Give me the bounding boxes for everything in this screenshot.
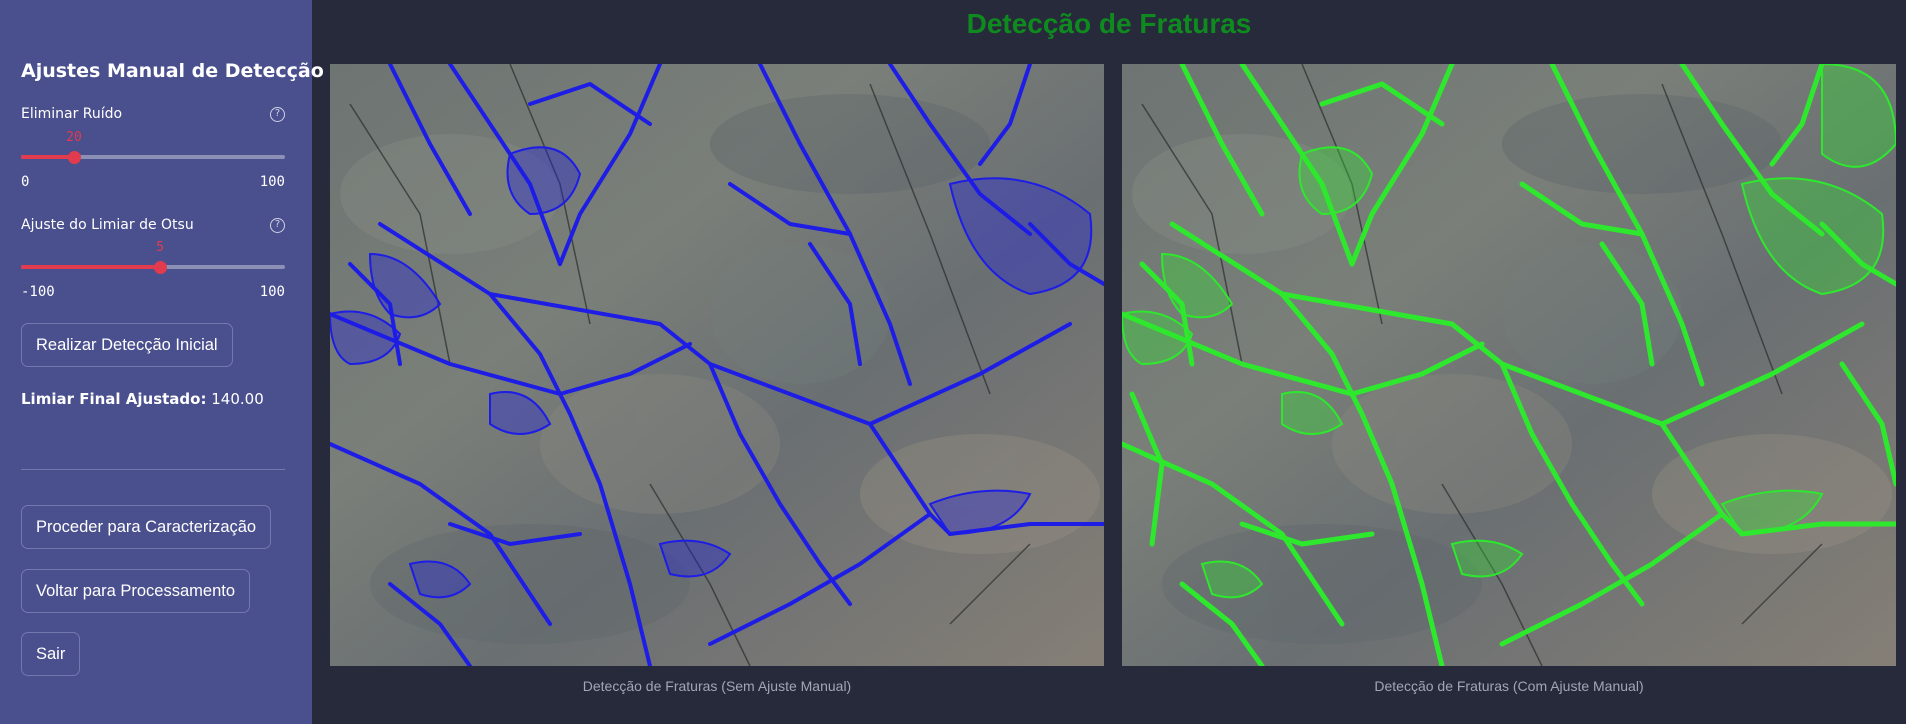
back-button[interactable]: Voltar para Processamento <box>21 569 251 613</box>
exit-button[interactable]: Sair <box>21 632 81 676</box>
left-image-caption: Detecção de Fraturas (Sem Ajuste Manual) <box>582 678 852 694</box>
otsu-slider-value: 5 <box>156 240 164 255</box>
final-threshold: Limiar Final Ajustado: 140.00 <box>21 390 264 408</box>
otsu-slider-thumb[interactable] <box>153 260 167 274</box>
fracture-image-unadjusted <box>330 64 1104 666</box>
question-circle-icon[interactable]: ? <box>270 107 285 122</box>
noise-slider-max: 100 <box>259 174 285 190</box>
sidebar-title: Ajustes Manual de Detecção <box>21 60 324 82</box>
right-image-caption: Detecção de Fraturas (Com Ajuste Manual) <box>1374 678 1644 694</box>
question-circle-icon[interactable]: ? <box>270 218 285 233</box>
fracture-image-adjusted <box>1122 64 1896 666</box>
app-window: Ajustes Manual de Detecção Eliminar Ruíd… <box>0 0 1906 724</box>
noise-slider[interactable] <box>21 150 285 164</box>
sidebar-divider <box>21 469 285 470</box>
noise-slider-group: Eliminar Ruído ? 20 0 100 <box>21 106 285 194</box>
noise-slider-value: 20 <box>66 130 82 145</box>
otsu-slider-max: 100 <box>259 284 285 300</box>
noise-slider-fill <box>21 155 74 159</box>
noise-slider-thumb[interactable] <box>67 150 81 164</box>
sidebar: Ajustes Manual de Detecção Eliminar Ruíd… <box>0 0 324 724</box>
page-title: Detecção de Fraturas <box>966 8 1252 39</box>
noise-slider-label: Eliminar Ruído <box>21 106 123 122</box>
final-threshold-value: 140.00 <box>211 390 264 408</box>
otsu-slider-group: Ajuste do Limiar de Otsu ? 5 -100 100 <box>21 217 285 305</box>
noise-slider-min: 0 <box>21 174 30 190</box>
otsu-slider[interactable] <box>21 260 285 274</box>
otsu-slider-min: -100 <box>21 284 55 300</box>
otsu-slider-fill <box>21 265 160 269</box>
final-threshold-label: Limiar Final Ajustado: <box>21 390 207 408</box>
proceed-button[interactable]: Proceder para Caracterização <box>21 505 272 549</box>
initial-detection-button[interactable]: Realizar Detecção Inicial <box>21 323 233 367</box>
otsu-slider-label: Ajuste do Limiar de Otsu <box>21 217 194 233</box>
